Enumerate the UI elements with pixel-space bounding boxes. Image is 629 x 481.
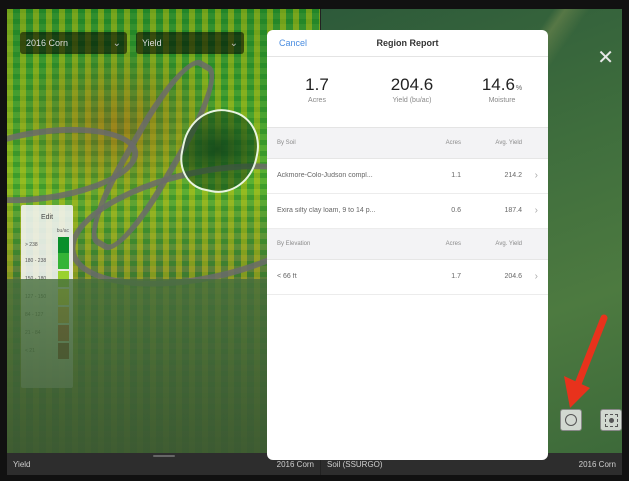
row-acres: 1.7 <box>451 273 461 280</box>
region-report-panel: Cancel Region Report 1.7 Acres 204.6 Yie… <box>267 30 548 460</box>
app-frame: 2016 Corn ⌄ Yield ⌄ Edit bu/ac > 238 180… <box>7 9 622 475</box>
panel-header: Cancel Region Report <box>267 30 548 57</box>
bottom-layer-label: Yield <box>13 459 31 469</box>
legend-swatch <box>58 253 69 269</box>
legend-row: 127 - 150 <box>25 289 69 305</box>
legend-swatch <box>58 343 69 359</box>
crop-dropdown-label: 2016 Corn <box>26 38 69 48</box>
summary-stats: 1.7 Acres 204.6 Yield (bu/ac) 14.6% Mois… <box>267 57 548 128</box>
soil-row[interactable]: Ackmore-Colo-Judson compl... 1.1 214.2 › <box>267 159 548 194</box>
layer-dropdown[interactable]: Yield ⌄ <box>136 32 244 54</box>
stat-label: Yield (bu/ac) <box>392 97 432 104</box>
row-acres: 1.1 <box>451 172 461 179</box>
section-header-elevation: By Elevation Acres Avg. Yield <box>267 229 548 260</box>
row-yield: 187.4 <box>504 207 522 214</box>
focus-icon[interactable] <box>600 409 622 431</box>
legend-label: 180 - 238 <box>25 258 47 264</box>
bottom-layer-label: Soil (SSURGO) <box>327 459 383 469</box>
legend-row: 180 - 238 <box>25 253 69 269</box>
row-acres: 0.6 <box>451 207 461 214</box>
row-name: Exira silty clay loam, 9 to 14 p... <box>277 207 376 214</box>
ring-icon <box>565 414 577 426</box>
chevron-right-icon: › <box>534 205 538 216</box>
legend-unit: bu/ac <box>56 228 69 234</box>
soil-row[interactable]: Exira silty clay loam, 9 to 14 p... 0.6 … <box>267 194 548 229</box>
legend-row: < 21 <box>25 343 69 359</box>
legend-row: 150 - 180 <box>25 271 69 287</box>
legend-edit-button[interactable]: Edit <box>21 214 73 221</box>
row-yield: 214.2 <box>504 172 522 179</box>
stat-value: 204.6 <box>390 75 434 94</box>
column-header-avg-yield: Avg. Yield <box>495 140 522 146</box>
legend-row: > 238 <box>25 237 69 253</box>
bottom-crop-label: 2016 Corn <box>578 459 616 469</box>
red-arrow-annotation <box>564 314 608 408</box>
column-header-avg-yield: Avg. Yield <box>495 241 522 247</box>
stat-acres: 1.7 Acres <box>287 75 347 104</box>
legend-label: > 238 <box>25 242 38 248</box>
stat-yield: 204.6 Yield (bu/ac) <box>367 75 457 104</box>
target-icon <box>604 413 618 427</box>
stat-unit: % <box>515 85 523 92</box>
yield-legend: Edit bu/ac > 238 180 - 238 150 - 180 127… <box>21 205 73 388</box>
legend-swatch <box>58 325 69 341</box>
legend-label: 21 - 84 <box>25 330 41 336</box>
panel-title: Region Report <box>376 38 439 48</box>
row-name: Ackmore-Colo-Judson compl... <box>277 172 373 179</box>
chevron-right-icon: › <box>534 170 538 181</box>
stat-value: 14.6 <box>481 75 515 94</box>
legend-label: 127 - 150 <box>25 294 47 300</box>
stat-value: 1.7 <box>305 75 329 94</box>
legend-label: 84 - 127 <box>25 312 44 318</box>
stat-moisture: 14.6% Moisture <box>462 75 542 104</box>
drag-handle[interactable] <box>152 455 175 457</box>
chevron-down-icon: ⌄ <box>229 37 238 49</box>
section-header-soil: By Soil Acres Avg. Yield <box>267 128 548 159</box>
legend-label: 150 - 180 <box>25 276 47 282</box>
legend-label: < 21 <box>25 348 35 354</box>
circle-draw-icon[interactable] <box>560 409 582 431</box>
section-title: By Soil <box>277 140 296 146</box>
close-icon[interactable]: ✕ <box>597 45 614 70</box>
stat-label: Acres <box>308 97 326 104</box>
section-title: By Elevation <box>277 241 311 247</box>
chevron-right-icon: › <box>534 271 538 282</box>
stat-value-wrap: 14.6% <box>462 75 542 95</box>
column-header-acres: Acres <box>445 241 461 247</box>
column-header-acres: Acres <box>445 140 461 146</box>
chevron-down-icon: ⌄ <box>112 37 121 49</box>
bottom-crop-label: 2016 Corn <box>276 459 314 469</box>
legend-swatch <box>58 237 69 253</box>
crop-dropdown[interactable]: 2016 Corn ⌄ <box>20 32 127 54</box>
legend-row: 21 - 84 <box>25 325 69 341</box>
layer-dropdown-label: Yield <box>142 38 162 48</box>
legend-swatch <box>58 307 69 323</box>
legend-swatch <box>58 289 69 305</box>
row-name: < 66 ft <box>277 273 297 280</box>
legend-swatch <box>58 271 69 287</box>
legend-row: 84 - 127 <box>25 307 69 323</box>
elevation-row[interactable]: < 66 ft 1.7 204.6 › <box>267 260 548 295</box>
row-yield: 204.6 <box>504 273 522 280</box>
stat-label: Moisture <box>488 97 516 104</box>
